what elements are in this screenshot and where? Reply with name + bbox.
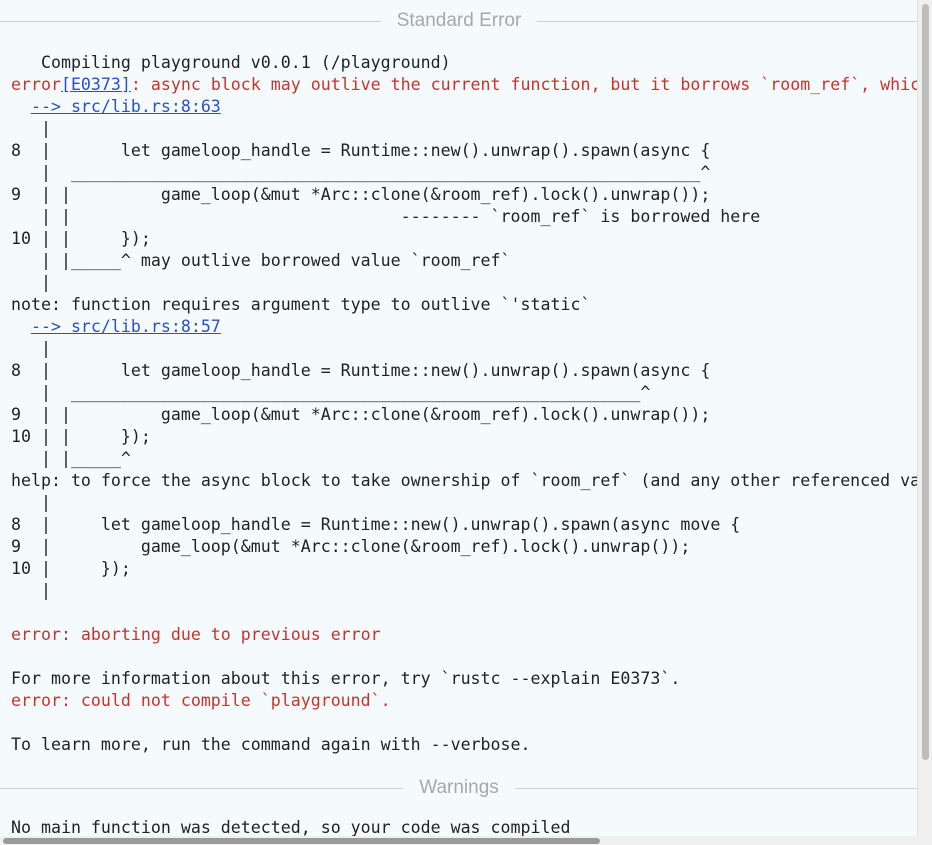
output-text: | ______________________________________… — [11, 163, 711, 182]
divider — [0, 787, 404, 789]
output-line: | | -------- `room_ref` is borrowed here — [11, 206, 932, 228]
output-text: | ______________________________________… — [11, 383, 651, 402]
output-text: | |_____^ — [11, 449, 131, 468]
error-text: : async block may outlive the current fu… — [130, 75, 931, 94]
output-line: 8 | let gameloop_handle = Runtime::new()… — [11, 514, 932, 536]
output-line: For more information about this error, t… — [11, 668, 932, 690]
output-text: 9 | game_loop(&mut *Arc::clone(&room_ref… — [11, 537, 691, 556]
horizontal-scrollbar-thumb[interactable] — [3, 838, 600, 844]
source-link[interactable]: [E0373] — [61, 75, 131, 94]
output-text: | — [11, 339, 51, 358]
output-line: | |_____^ — [11, 448, 932, 470]
horizontal-scrollbar[interactable] — [0, 836, 918, 845]
output-text: | — [11, 273, 51, 292]
divider — [0, 20, 381, 22]
output-line: note: function requires argument type to… — [11, 294, 932, 316]
divider — [514, 787, 919, 789]
output-line: 10 | | }); — [11, 228, 932, 250]
divider — [537, 20, 918, 22]
output-pane: Standard Error Compiling playground v0.0… — [0, 0, 932, 845]
output-text: 8 | let gameloop_handle = Runtime::new()… — [11, 515, 741, 534]
output-line: 9 | | game_loop(&mut *Arc::clone(&room_r… — [11, 184, 932, 206]
output-line: 10 | | }); — [11, 426, 932, 448]
output-text: note: function requires argument type to… — [11, 295, 591, 314]
output-text: 10 | }); — [11, 559, 131, 578]
vertical-scrollbar-thumb[interactable] — [922, 4, 929, 760]
output-line: error: could not compile `playground`. — [11, 690, 932, 712]
output-text: Compiling playground v0.0.1 (/playground… — [11, 53, 451, 72]
output-text: 10 | | }); — [11, 427, 151, 446]
output-line: help: to force the async block to take o… — [11, 470, 932, 492]
output-text: | — [11, 493, 51, 512]
output-text: 10 | | }); — [11, 229, 151, 248]
output-line: | — [11, 580, 932, 602]
output-text: To learn more, run the command again wit… — [11, 735, 531, 754]
warnings-header-title: Warnings — [419, 777, 499, 798]
output-line: --> src/lib.rs:8:63 — [11, 96, 932, 118]
source-link[interactable]: --> src/lib.rs:8:57 — [31, 317, 221, 336]
output-line: 10 | }); — [11, 558, 932, 580]
output-line: To learn more, run the command again wit… — [11, 734, 932, 756]
error-text: error: aborting due to previous error — [11, 625, 381, 644]
vertical-scrollbar[interactable] — [917, 0, 932, 845]
output-line: | |_____^ may outlive borrowed value `ro… — [11, 250, 932, 272]
warnings-section-header: Warnings — [0, 776, 919, 800]
output-line: 9 | game_loop(&mut *Arc::clone(&room_ref… — [11, 536, 932, 558]
error-text: error — [11, 75, 61, 94]
stderr-output: Compiling playground v0.0.1 (/playground… — [11, 52, 932, 756]
output-text: | |_____^ may outlive borrowed value `ro… — [11, 251, 511, 270]
output-text: | — [11, 119, 51, 138]
output-line: 8 | let gameloop_handle = Runtime::new()… — [11, 360, 932, 382]
output-line: error: aborting due to previous error — [11, 624, 932, 646]
output-text: | — [11, 581, 51, 600]
output-text: | | -------- `room_ref` is borrowed here — [11, 207, 761, 226]
output-text: 8 | let gameloop_handle = Runtime::new()… — [11, 141, 711, 160]
output-line: | ______________________________________… — [11, 162, 932, 184]
output-text: help: to force the async block to take o… — [11, 471, 932, 490]
output-line: 9 | | game_loop(&mut *Arc::clone(&room_r… — [11, 404, 932, 426]
output-text: 8 | let gameloop_handle = Runtime::new()… — [11, 361, 711, 380]
output-line: | ______________________________________… — [11, 382, 932, 404]
output-line: | — [11, 272, 932, 294]
stderr-header-title: Standard Error — [396, 10, 522, 31]
stderr-section-header: Standard Error — [0, 9, 918, 33]
source-link[interactable]: --> src/lib.rs:8:63 — [31, 97, 221, 116]
output-line: | — [11, 338, 932, 360]
output-text: 9 | | game_loop(&mut *Arc::clone(&room_r… — [11, 405, 711, 424]
output-line: | — [11, 118, 932, 140]
output-line: Compiling playground v0.0.1 (/playground… — [11, 52, 932, 74]
output-line: | — [11, 492, 932, 514]
output-text: 9 | | game_loop(&mut *Arc::clone(&room_r… — [11, 185, 711, 204]
error-text: error: could not compile `playground`. — [11, 691, 391, 710]
output-text: For more information about this error, t… — [11, 669, 681, 688]
output-line: 8 | let gameloop_handle = Runtime::new()… — [11, 140, 932, 162]
output-line: error[E0373]: async block may outlive th… — [11, 74, 932, 96]
output-line: --> src/lib.rs:8:57 — [11, 316, 932, 338]
